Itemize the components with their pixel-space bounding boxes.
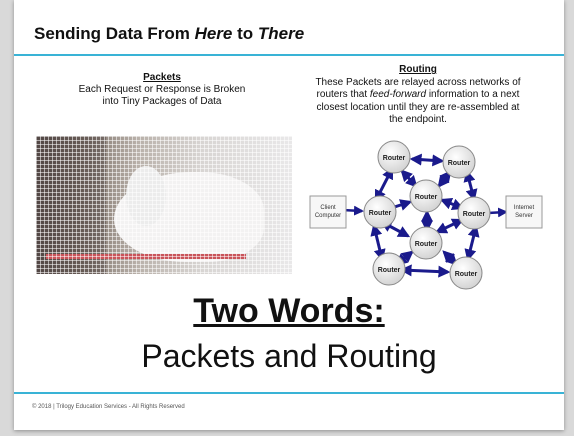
headline-two-words: Two Words:: [193, 292, 385, 330]
routing-text-line-4: the endpoint.: [389, 114, 447, 125]
client-computer-box: Client Computer: [309, 195, 347, 229]
router-network-diagram: Client Computer Internet Server Router R…: [309, 140, 543, 290]
packets-heading: Packets: [143, 72, 181, 83]
svg-text:Router: Router: [455, 271, 478, 278]
internet-server-box: Internet Server: [505, 195, 543, 229]
router-node: Router: [409, 226, 443, 260]
router-node: Router: [409, 179, 443, 213]
svg-text:Router: Router: [448, 160, 471, 167]
svg-text:Server: Server: [515, 213, 533, 219]
copyright-footer: © 2018 | Trilogy Education Services - Al…: [32, 404, 185, 410]
svg-text:Router: Router: [415, 241, 438, 248]
svg-text:Client: Client: [320, 205, 336, 211]
routing-text-line-3: closest location until they are re-assem…: [316, 101, 520, 113]
svg-text:Router: Router: [369, 210, 392, 217]
title-divider: [14, 54, 564, 56]
routing-text-line-1: These Packets are relayed across network…: [315, 76, 521, 88]
router-node: Router: [363, 195, 397, 229]
svg-text:Router: Router: [415, 194, 438, 201]
router-node: Router: [377, 140, 411, 174]
svg-text:Router: Router: [463, 211, 486, 218]
svg-text:Computer: Computer: [315, 213, 341, 219]
svg-text:Router: Router: [378, 267, 401, 274]
routing-section: Routing These Packets are relayed across…: [304, 64, 532, 127]
headline-packets-and-routing: Packets and Routing: [141, 338, 437, 374]
packets-text-line-2: into Tiny Packages of Data: [102, 96, 222, 107]
routing-heading: Routing: [399, 64, 437, 75]
svg-text:Internet: Internet: [514, 205, 535, 211]
routing-text-line-2: routers that feed-forward information to…: [316, 89, 520, 100]
slide: Sending Data From Here to There Packets …: [14, 0, 564, 430]
router-node: Router: [449, 256, 483, 290]
packets-section: Packets Each Request or Response is Brok…: [62, 72, 262, 108]
router-node: Router: [442, 145, 476, 179]
router-node: Router: [457, 196, 491, 230]
pixelated-cat-image: [36, 136, 292, 274]
packets-text-line-1: Each Request or Response is Broken: [78, 84, 246, 95]
footer-divider: [14, 392, 564, 394]
router-node: Router: [372, 252, 406, 286]
slide-title: Sending Data From Here to There: [34, 24, 305, 43]
svg-text:Router: Router: [383, 155, 406, 162]
